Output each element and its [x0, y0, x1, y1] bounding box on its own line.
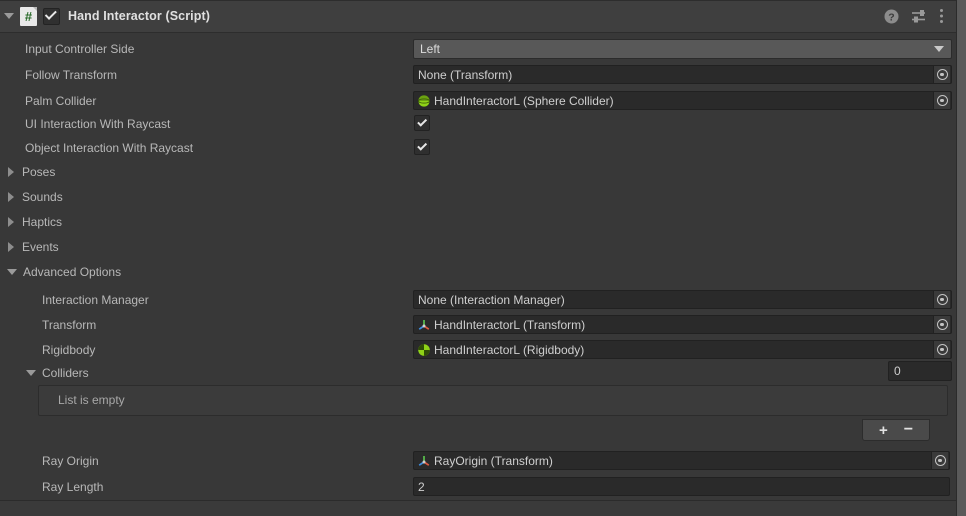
ray-origin-value: RayOrigin (Transform) [434, 453, 553, 468]
foldout-events[interactable]: Events [8, 234, 59, 260]
label-ray-length: Ray Length [42, 480, 104, 494]
more-menu-icon[interactable] [939, 8, 944, 24]
header-icon-group: ? [884, 8, 957, 24]
foldout-colliders-label: Colliders [42, 366, 89, 380]
row-object-interaction-with-raycast: Object Interaction With Raycast [0, 135, 957, 161]
row-transform: Transform HandInteractorL (Transform) [0, 312, 957, 338]
palm-collider-value: HandInteractorL (Sphere Collider) [434, 93, 614, 108]
header-top-hairline [0, 0, 957, 1]
script-file-icon: # [20, 6, 37, 26]
foldout-sounds-label: Sounds [22, 190, 63, 204]
foldout-haptics-label: Haptics [22, 215, 63, 229]
ui-interaction-with-raycast-checkbox[interactable] [414, 115, 430, 131]
unity-inspector-component-panel: # Hand Interactor (Script) ? Input Contr… [0, 0, 966, 516]
checkmark-icon [416, 140, 427, 151]
foldout-colliders[interactable]: Colliders [26, 360, 89, 386]
chevron-right-icon [8, 192, 14, 202]
chevron-down-icon [934, 46, 944, 52]
row-foldout-sounds: Sounds [0, 184, 957, 210]
chevron-right-icon [8, 167, 14, 177]
component-header[interactable]: # Hand Interactor (Script) ? [0, 0, 957, 33]
follow-transform-object-field[interactable]: None (Transform) [413, 65, 952, 84]
colliders-size-field[interactable]: 0 [888, 361, 952, 381]
row-ui-interaction-with-raycast: UI Interaction With Raycast [0, 111, 957, 137]
label-ui-interaction-with-raycast: UI Interaction With Raycast [25, 117, 171, 131]
row-interaction-manager: Interaction Manager None (Interaction Ma… [0, 287, 957, 313]
script-hash-glyph: # [24, 8, 33, 24]
follow-transform-value: None (Transform) [418, 67, 513, 82]
row-foldout-events: Events [0, 234, 957, 260]
component-title: Hand Interactor (Script) [68, 9, 210, 23]
row-foldout-haptics: Haptics [0, 209, 957, 235]
add-collider-button[interactable]: + [879, 423, 888, 438]
checkmark-icon [416, 116, 427, 127]
transform-gizmo-icon [417, 454, 431, 468]
svg-text:?: ? [888, 11, 894, 23]
row-follow-transform: Follow Transform None (Transform) [0, 62, 957, 88]
foldout-advanced-options[interactable]: Advanced Options [7, 259, 121, 285]
foldout-haptics[interactable]: Haptics [8, 209, 62, 235]
ray-length-input[interactable]: 2 [413, 477, 950, 496]
rigidbody-icon [417, 343, 431, 357]
transform-gizmo-icon [417, 318, 431, 332]
object-interaction-with-raycast-checkbox[interactable] [414, 139, 430, 155]
row-input-controller-side: Input Controller Side Left [0, 36, 957, 62]
label-follow-transform: Follow Transform [25, 68, 118, 82]
sphere-collider-icon [417, 94, 431, 108]
bottom-strip [0, 501, 957, 516]
palm-collider-object-field[interactable]: HandInteractorL (Sphere Collider) [413, 91, 952, 110]
rigidbody-value: HandInteractorL (Rigidbody) [434, 342, 585, 357]
object-picker-icon[interactable] [933, 341, 950, 358]
chevron-down-icon [26, 370, 36, 376]
checkmark-icon [44, 7, 57, 20]
rigidbody-object-field[interactable]: HandInteractorL (Rigidbody) [413, 340, 952, 359]
label-object-interaction-with-raycast: Object Interaction With Raycast [25, 141, 194, 155]
label-input-controller-side: Input Controller Side [25, 42, 135, 56]
remove-collider-button[interactable]: − [904, 422, 913, 438]
colliders-list-box[interactable]: List is empty [38, 385, 948, 416]
preset-icon[interactable] [911, 9, 927, 24]
chevron-down-icon [7, 269, 17, 275]
row-ray-origin: Ray Origin RayOrigin (Transform) [0, 448, 957, 474]
panel-right-edge[interactable] [957, 0, 966, 516]
foldout-poses[interactable]: Poses [8, 159, 55, 185]
row-colliders: Colliders [0, 360, 957, 386]
foldout-poses-label: Poses [22, 165, 56, 179]
help-icon[interactable]: ? [884, 9, 899, 24]
chevron-down-icon [4, 13, 14, 19]
colliders-list-empty-text: List is empty [58, 393, 125, 407]
object-picker-icon[interactable] [933, 92, 950, 109]
interaction-manager-value: None (Interaction Manager) [418, 292, 565, 307]
interaction-manager-object-field[interactable]: None (Interaction Manager) [413, 290, 952, 309]
input-controller-side-value: Left [420, 42, 441, 56]
row-foldout-poses: Poses [0, 159, 957, 185]
colliders-size-value: 0 [894, 364, 901, 378]
label-transform: Transform [42, 318, 97, 332]
label-ray-origin: Ray Origin [42, 454, 99, 468]
chevron-right-icon [8, 242, 14, 252]
object-picker-icon[interactable] [933, 66, 950, 83]
input-controller-side-dropdown[interactable]: Left [413, 39, 952, 59]
object-picker-icon[interactable] [933, 291, 950, 308]
foldout-advanced-options-label: Advanced Options [23, 265, 122, 279]
ray-length-value: 2 [418, 479, 425, 494]
transform-value: HandInteractorL (Transform) [434, 317, 586, 332]
object-picker-icon[interactable] [931, 452, 948, 469]
row-ray-length: Ray Length 2 [0, 474, 957, 500]
foldout-events-label: Events [22, 240, 59, 254]
foldout-sounds[interactable]: Sounds [8, 184, 63, 210]
transform-object-field[interactable]: HandInteractorL (Transform) [413, 315, 952, 334]
row-foldout-advanced-options: Advanced Options [0, 259, 957, 285]
colliders-list-buttons: + − [862, 419, 930, 441]
object-picker-icon[interactable] [933, 316, 950, 333]
ray-origin-object-field[interactable]: RayOrigin (Transform) [413, 451, 950, 470]
component-enabled-checkbox[interactable] [43, 7, 60, 25]
label-interaction-manager: Interaction Manager [42, 293, 149, 307]
component-foldout-toggle[interactable] [0, 0, 18, 33]
chevron-right-icon [8, 217, 14, 227]
